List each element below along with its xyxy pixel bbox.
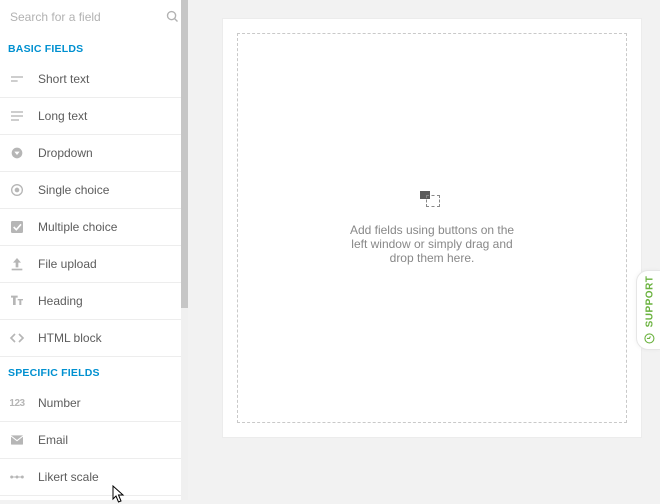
email-icon bbox=[8, 431, 26, 449]
field-html-block[interactable]: HTML block bbox=[0, 320, 181, 357]
field-label: Number bbox=[38, 396, 81, 410]
search-row bbox=[0, 0, 188, 33]
field-likert-scale[interactable]: Likert scale bbox=[0, 459, 181, 496]
upload-icon bbox=[8, 255, 26, 273]
field-number[interactable]: 123 Number bbox=[0, 385, 181, 422]
field-label: Long text bbox=[38, 109, 87, 123]
long-text-icon bbox=[8, 107, 26, 125]
field-name[interactable]: Name bbox=[0, 496, 181, 500]
dropzone-text: Add fields using buttons on the left win… bbox=[350, 223, 514, 265]
field-multiple-choice[interactable]: Multiple choice bbox=[0, 209, 181, 246]
code-icon bbox=[8, 329, 26, 347]
field-single-choice[interactable]: Single choice bbox=[0, 172, 181, 209]
field-email[interactable]: Email bbox=[0, 422, 181, 459]
field-label: Heading bbox=[38, 294, 83, 308]
field-label: Short text bbox=[38, 72, 89, 86]
radio-icon bbox=[8, 181, 26, 199]
number-icon: 123 bbox=[8, 394, 26, 412]
field-label: Single choice bbox=[38, 183, 109, 197]
field-short-text[interactable]: Short text bbox=[0, 61, 181, 98]
section-header-basic: BASIC FIELDS bbox=[0, 33, 181, 61]
field-file-upload[interactable]: File upload bbox=[0, 246, 181, 283]
dropdown-icon bbox=[8, 144, 26, 162]
support-button[interactable]: SUPPORT bbox=[636, 270, 660, 350]
field-label: HTML block bbox=[38, 331, 102, 345]
field-label: Likert scale bbox=[38, 470, 99, 484]
checkbox-icon bbox=[8, 218, 26, 236]
field-label: Multiple choice bbox=[38, 220, 117, 234]
field-long-text[interactable]: Long text bbox=[0, 98, 181, 135]
sidebar-scrollbar-thumb[interactable] bbox=[181, 0, 188, 308]
form-canvas-area: Add fields using buttons on the left win… bbox=[188, 0, 660, 500]
field-label: Dropdown bbox=[38, 146, 93, 160]
search-input[interactable] bbox=[10, 10, 165, 24]
section-header-specific: SPECIFIC FIELDS bbox=[0, 357, 181, 385]
field-dropdown[interactable]: Dropdown bbox=[0, 135, 181, 172]
form-dropzone[interactable]: Add fields using buttons on the left win… bbox=[237, 33, 627, 423]
sidebar-scrollbar[interactable] bbox=[181, 0, 188, 500]
form-canvas-card: Add fields using buttons on the left win… bbox=[222, 18, 642, 438]
fields-sidebar: BASIC FIELDS Short text Long text Dropdo… bbox=[0, 0, 188, 500]
likert-icon bbox=[8, 468, 26, 486]
field-label: File upload bbox=[38, 257, 97, 271]
support-label: SUPPORT bbox=[644, 276, 655, 328]
field-heading[interactable]: Heading bbox=[0, 283, 181, 320]
short-text-icon bbox=[8, 70, 26, 88]
field-label: Email bbox=[38, 433, 68, 447]
search-icon[interactable] bbox=[165, 9, 180, 24]
drag-icon bbox=[420, 191, 444, 209]
heading-icon bbox=[8, 292, 26, 310]
